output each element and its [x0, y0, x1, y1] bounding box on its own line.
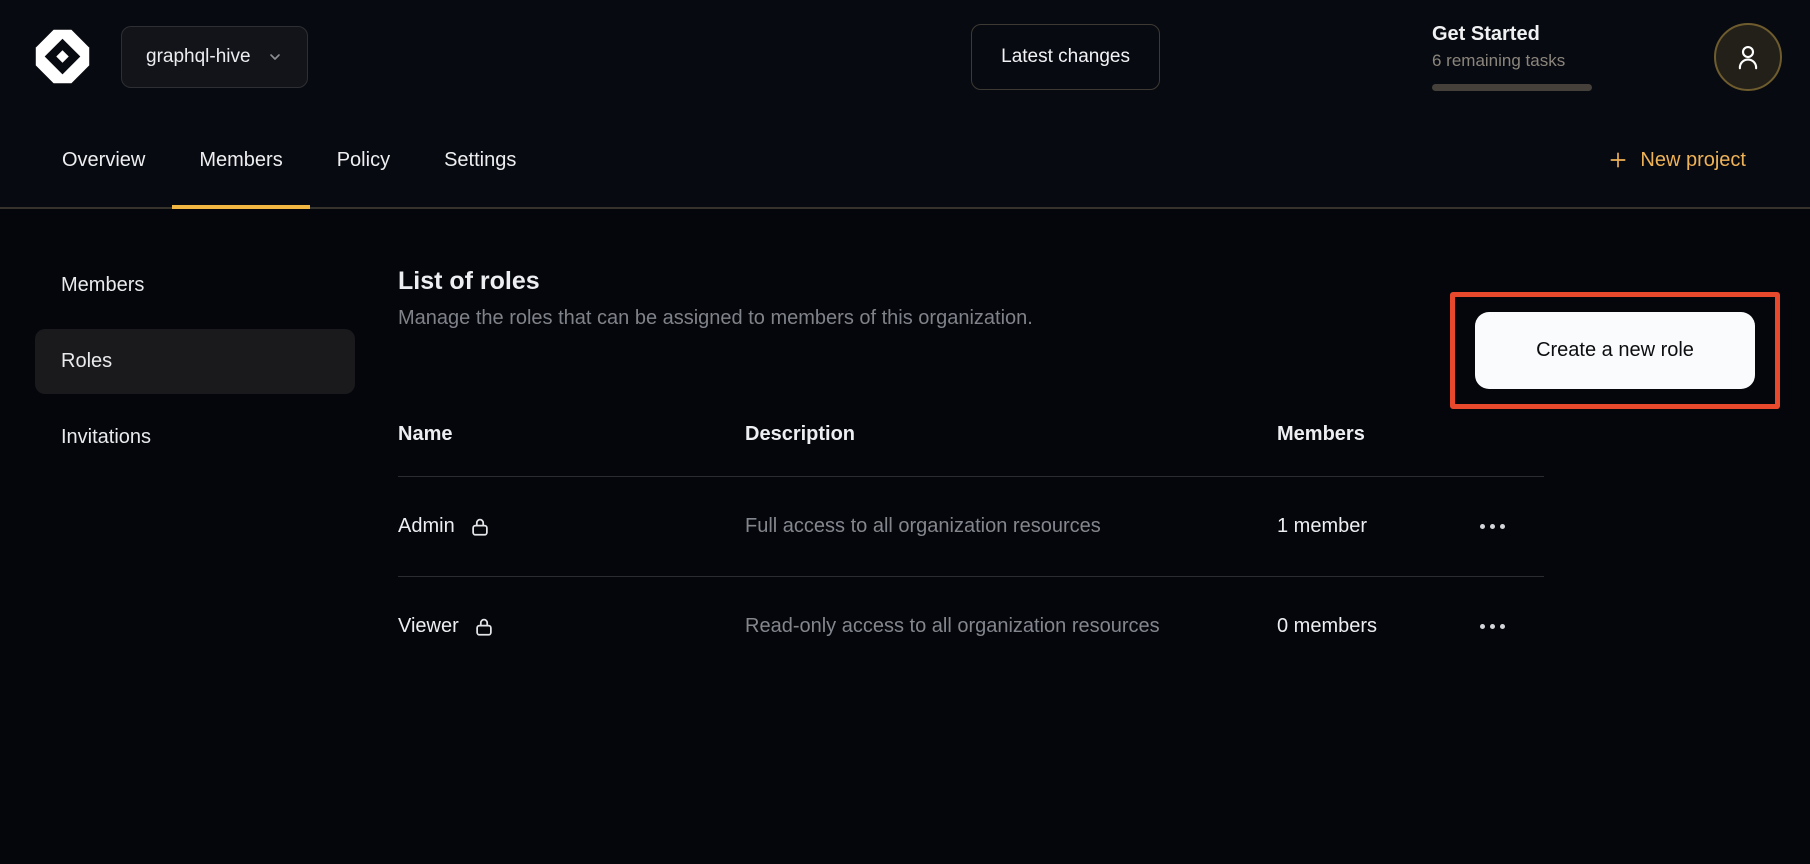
- role-name-cell: Viewer: [398, 615, 745, 638]
- role-members-cell: 1 member: [1277, 477, 1476, 577]
- tab-overview[interactable]: Overview: [35, 113, 172, 207]
- top-section: graphql-hive Latest changes Get Started …: [0, 0, 1810, 209]
- roles-heading-block: List of roles Manage the roles that can …: [398, 267, 1033, 330]
- roles-panel: List of roles Manage the roles that can …: [398, 267, 1780, 864]
- role-members-cell: 0 members: [1277, 577, 1476, 677]
- column-header-description: Description: [745, 423, 1277, 477]
- lock-icon: [469, 516, 491, 538]
- roles-panel-header: List of roles Manage the roles that can …: [398, 267, 1780, 409]
- annotation-highlight-box: Create a new role: [1450, 292, 1780, 409]
- get-started-subtitle: 6 remaining tasks: [1432, 51, 1618, 71]
- role-row-viewer: Viewer Read-only access to all organizat…: [398, 577, 1544, 677]
- org-name: graphql-hive: [146, 46, 251, 68]
- sidebar-item-members[interactable]: Members: [35, 253, 355, 318]
- ellipsis-icon: [1480, 524, 1505, 529]
- members-sidebar: Members Roles Invitations: [35, 253, 355, 864]
- role-name-label: Admin: [398, 515, 455, 538]
- user-avatar[interactable]: [1714, 23, 1782, 91]
- ellipsis-icon: [1480, 624, 1505, 629]
- column-header-name: Name: [398, 423, 745, 477]
- content-area: Members Roles Invitations List of roles …: [0, 209, 1810, 864]
- role-row-admin: Admin Full access to all organization re…: [398, 477, 1544, 577]
- role-name-cell: Admin: [398, 515, 745, 538]
- role-menu-button[interactable]: [1476, 618, 1509, 635]
- role-menu-button[interactable]: [1476, 518, 1509, 535]
- person-icon: [1733, 42, 1763, 72]
- latest-changes-label: Latest changes: [1001, 46, 1130, 68]
- create-role-button[interactable]: Create a new role: [1475, 312, 1755, 389]
- lock-icon: [473, 616, 495, 638]
- page-description: Manage the roles that can be assigned to…: [398, 307, 1033, 330]
- plus-icon: [1608, 150, 1628, 170]
- roles-table: Name Description Members Admin: [398, 423, 1544, 676]
- tab-policy[interactable]: Policy: [310, 113, 417, 207]
- new-project-label: New project: [1640, 149, 1746, 172]
- tab-settings[interactable]: Settings: [417, 113, 543, 207]
- hive-logo-icon: [34, 28, 91, 85]
- role-description-cell: Read-only access to all organization res…: [745, 577, 1277, 677]
- get-started-progressbar: [1432, 84, 1592, 91]
- chevron-down-icon: [267, 49, 283, 65]
- new-project-button[interactable]: New project: [1608, 113, 1746, 207]
- topbar: graphql-hive Latest changes Get Started …: [0, 0, 1810, 113]
- latest-changes-button[interactable]: Latest changes: [971, 24, 1160, 90]
- org-selector[interactable]: graphql-hive: [121, 26, 308, 88]
- sidebar-item-invitations[interactable]: Invitations: [35, 405, 355, 470]
- role-description-cell: Full access to all organization resource…: [745, 477, 1277, 577]
- page-title: List of roles: [398, 267, 1033, 296]
- tab-members[interactable]: Members: [172, 113, 309, 207]
- roles-table-header-row: Name Description Members: [398, 423, 1544, 477]
- column-header-members: Members: [1277, 423, 1476, 477]
- role-name-label: Viewer: [398, 615, 459, 638]
- sidebar-item-roles[interactable]: Roles: [35, 329, 355, 394]
- get-started-title: Get Started: [1432, 23, 1618, 46]
- org-tabbar: Overview Members Policy Settings New pro…: [0, 113, 1810, 209]
- get-started-widget[interactable]: Get Started 6 remaining tasks: [1432, 23, 1618, 91]
